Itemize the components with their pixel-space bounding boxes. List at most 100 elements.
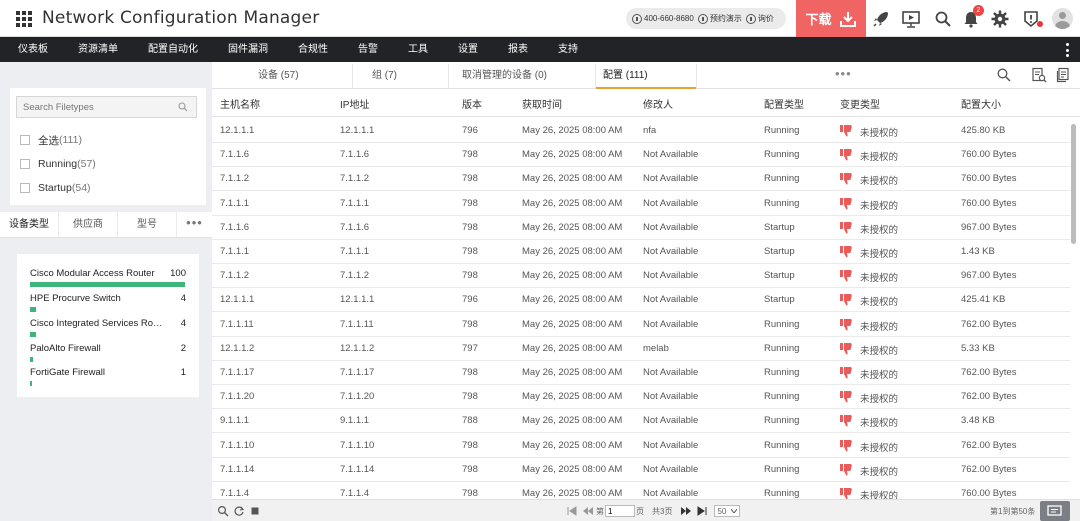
last-page-icon[interactable] <box>696 506 708 516</box>
table-row[interactable]: 7.1.1.1 7.1.1.1 798 May 26, 2025 08:00 AM No… <box>212 192 1070 216</box>
nav-config-automation[interactable]: 配置自动化 <box>140 37 206 62</box>
user-avatar[interactable] <box>1052 8 1073 29</box>
nav-support[interactable]: 支持 <box>550 37 586 62</box>
filetype-option-running[interactable]: Running (57) <box>20 157 96 171</box>
column-config-type[interactable]: 配置类型 <box>764 96 804 111</box>
gear-icon[interactable] <box>990 9 1010 29</box>
rocket-icon[interactable] <box>871 9 891 29</box>
table-row[interactable]: 7.1.1.17 7.1.1.17 798 May 26, 2025 08:00 AM… <box>212 361 1070 385</box>
column-config-size[interactable]: 配置大小 <box>961 96 1001 111</box>
checkbox[interactable] <box>20 183 30 193</box>
demo-link[interactable]: 预约演示 <box>697 13 742 24</box>
search-icon[interactable] <box>996 67 1012 83</box>
cell-config-type: Running <box>764 415 800 427</box>
nav-settings[interactable]: 设置 <box>450 37 486 62</box>
nav-compliance[interactable]: 合规性 <box>290 37 336 62</box>
search-icon[interactable] <box>178 102 188 112</box>
thumbs-down-icon <box>840 197 852 210</box>
page-size-select[interactable]: 50 <box>714 505 741 517</box>
tab-devices[interactable]: 设备 (57) <box>258 62 299 89</box>
checkbox[interactable] <box>20 135 30 145</box>
cell-modified-by: Not Available <box>643 149 699 161</box>
device-type-item[interactable]: PaloAlto Firewall 2 <box>30 343 186 367</box>
table-header: 主机名称 IP地址 版本 获取时间 修改人 配置类型 变更类型 配置大小 <box>212 89 1080 117</box>
table-row[interactable]: 12.1.1.2 12.1.1.2 797 May 26, 2025 08:00 AM… <box>212 337 1070 361</box>
device-type-item[interactable]: Cisco Modular Access Router 100 <box>30 268 186 292</box>
total-pages: 共3页 <box>652 506 673 516</box>
quote-label: 询价 <box>757 14 774 23</box>
app-grid-icon[interactable] <box>16 11 32 27</box>
quote-link[interactable]: 询价 <box>745 13 774 24</box>
table-row[interactable]: 9.1.1.1 9.1.1.1 788 May 26, 2025 08:00 AM No… <box>212 409 1070 434</box>
phone-contact[interactable]: 400-660-8680 <box>632 13 694 24</box>
filetype-search-input[interactable] <box>17 97 167 117</box>
column-hostname[interactable]: 主机名称 <box>220 96 260 111</box>
table-row[interactable]: 7.1.1.10 7.1.1.10 798 May 26, 2025 08:00 AM… <box>212 434 1070 458</box>
first-page-icon[interactable] <box>566 506 578 516</box>
table-row[interactable]: 7.1.1.11 7.1.1.11 798 May 26, 2025 08:00 AM… <box>212 313 1070 337</box>
cell-change-type: 未授权的 <box>860 273 899 285</box>
checkbox[interactable] <box>20 159 30 169</box>
cell-ip-address: 12.1.1.2 <box>340 342 375 354</box>
cell-hostname: 12.1.1.2 <box>220 342 255 354</box>
table-row[interactable]: 7.1.1.6 7.1.1.6 798 May 26, 2025 08:00 AM No… <box>212 216 1070 240</box>
top-header: Network Configuration Manager 400-660-86… <box>0 0 1080 37</box>
device-type-item[interactable]: FortiGate Firewall 1 <box>30 367 186 391</box>
column-version[interactable]: 版本 <box>462 96 482 111</box>
search-icon[interactable] <box>933 9 953 29</box>
refresh-icon[interactable] <box>233 505 245 517</box>
thumbs-down-icon <box>840 294 852 306</box>
table-row[interactable]: 12.1.1.1 12.1.1.1 796 May 26, 2025 08:00 AM… <box>212 119 1070 143</box>
prev-page-icon[interactable] <box>582 506 594 516</box>
filetype-option-startup[interactable]: Startup (54) <box>20 181 91 195</box>
tab-device-type[interactable]: 设备类型 <box>0 212 59 237</box>
more-tabs-icon[interactable]: ••• <box>835 66 852 81</box>
nav-firmware-vulnerability[interactable]: 固件漏洞 <box>220 37 276 62</box>
presentation-icon[interactable] <box>901 9 921 29</box>
filetype-count: (111) <box>59 134 82 146</box>
table-row[interactable]: 7.1.1.2 7.1.1.2 798 May 26, 2025 08:00 AM No… <box>212 167 1070 192</box>
tab-vendor[interactable]: 供应商 <box>59 212 118 237</box>
thumbs-down-icon <box>840 173 852 185</box>
cell-hostname: 9.1.1.1 <box>220 415 250 427</box>
nav-alarms[interactable]: 告警 <box>350 37 386 62</box>
more-tabs-icon[interactable]: ••• <box>177 212 212 237</box>
table-scrollbar[interactable] <box>1071 124 1076 244</box>
tab-groups[interactable]: 组 (7) <box>372 62 397 89</box>
download-button[interactable]: 下载 <box>796 0 866 37</box>
tab-unmanaged-devices[interactable]: 取消管理的设备 (0) <box>462 62 547 89</box>
table-row[interactable]: 7.1.1.2 7.1.1.2 798 May 26, 2025 08:00 AM No… <box>212 264 1070 289</box>
tab-model[interactable]: 型号 <box>118 212 177 237</box>
device-type-item[interactable]: HPE Procurve Switch 4 <box>30 293 186 317</box>
nav-dashboard[interactable]: 仪表板 <box>10 37 56 62</box>
nav-tools[interactable]: 工具 <box>400 37 436 62</box>
cell-fetched-time: May 26, 2025 08:00 AM <box>522 415 623 427</box>
nav-reports[interactable]: 报表 <box>500 37 536 62</box>
table-row[interactable]: 7.1.1.20 7.1.1.20 798 May 26, 2025 08:00 AM… <box>212 385 1070 410</box>
contact-pill: 400-660-8680 预约演示 询价 <box>626 8 786 29</box>
cell-ip-address: 7.1.1.1 <box>340 246 370 257</box>
stop-icon[interactable] <box>249 505 261 517</box>
chat-button[interactable] <box>1040 501 1070 521</box>
tab-configurations[interactable]: 配置 (111) <box>603 62 648 89</box>
cell-version: 798 <box>462 173 478 185</box>
table-row[interactable]: 7.1.1.6 7.1.1.6 798 May 26, 2025 08:00 AM No… <box>212 143 1070 168</box>
cell-hostname: 7.1.1.17 <box>220 367 255 378</box>
nav-more-icon[interactable] <box>1066 43 1070 57</box>
report-search-icon[interactable] <box>1031 67 1047 83</box>
column-change-type[interactable]: 变更类型 <box>840 96 880 111</box>
column-fetched-time[interactable]: 获取时间 <box>522 96 562 111</box>
copy-document-icon[interactable] <box>1055 67 1071 83</box>
column-ip-address[interactable]: IP地址 <box>340 96 369 111</box>
table-row[interactable]: 12.1.1.1 12.1.1.1 796 May 26, 2025 08:00 AM… <box>212 288 1070 313</box>
filetype-option-all[interactable]: 全选 (111) <box>20 133 82 147</box>
device-type-item[interactable]: Cisco Integrated Services Router ... 4 <box>30 318 186 342</box>
next-page-icon[interactable] <box>680 506 692 516</box>
cell-config-size: 762.00 Bytes <box>961 367 1017 378</box>
nav-inventory[interactable]: 资源清单 <box>70 37 126 62</box>
table-row[interactable]: 7.1.1.14 7.1.1.14 798 May 26, 2025 08:00 AM… <box>212 458 1070 482</box>
page-number-input[interactable] <box>605 505 635 517</box>
search-icon[interactable] <box>217 505 229 517</box>
column-modified-by[interactable]: 修改人 <box>643 96 673 111</box>
table-row[interactable]: 7.1.1.1 7.1.1.1 798 May 26, 2025 08:00 AM No… <box>212 240 1070 264</box>
